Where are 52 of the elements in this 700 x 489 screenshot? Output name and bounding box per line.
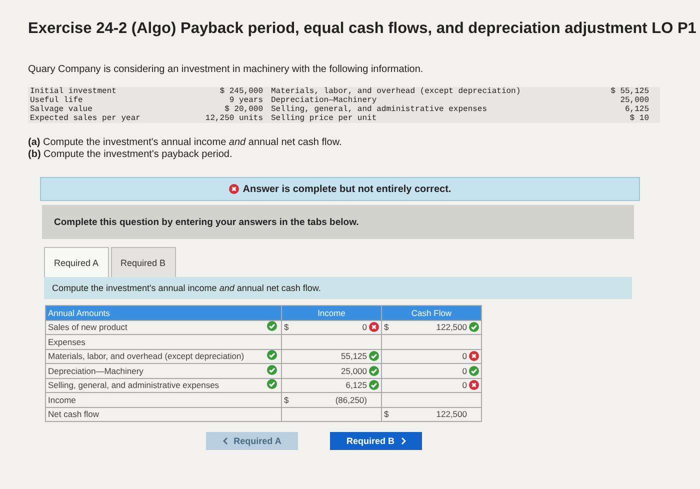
exercise-title: Exercise 24-2 (Algo) Payback period, equal cash flows, and depreciation adjustment LO P1 — [28, 20, 698, 38]
column-header: Cash Flow — [382, 306, 482, 320]
row-label: Depreciation—Machinery — [46, 364, 265, 378]
amount-value: 122,500 — [436, 409, 467, 420]
info-label: Depreciation—Machinery — [271, 96, 378, 105]
instruction-text: Complete this question by entering your answers in the tabs below. — [42, 205, 634, 239]
amount-value: (86,250) — [335, 394, 367, 405]
question-text: (a) Compute the investment's annual income and annual net cash flow. — [28, 137, 343, 149]
prompt-text: Compute the investment's annual income and annual net cash flow. — [52, 283, 321, 293]
amount-value: 25,000 — [341, 366, 367, 376]
amount-value: 0 — [462, 366, 467, 376]
amount-value: 122,500 — [436, 322, 467, 332]
chevron-right-icon — [400, 437, 406, 445]
info-value: $ 55,125 — [610, 87, 649, 96]
tab[interactable]: Required A — [44, 247, 109, 277]
currency-sign: $ — [384, 409, 389, 420]
row-label: Sales of new product — [46, 320, 265, 334]
row-label: Expenses — [46, 334, 265, 349]
tab[interactable]: Required B — [110, 247, 176, 277]
info-value: $ 245,000 — [218, 87, 263, 96]
amount-value: 0 — [462, 380, 467, 390]
amount-value: 0 — [362, 322, 367, 332]
info-value: $ 20,000 — [224, 105, 263, 114]
column-header: Income — [282, 306, 382, 320]
chevron-left-icon — [222, 437, 228, 445]
info-label: Useful life — [30, 96, 84, 105]
info-label: Materials, labor, and overhead (except depreciation) — [271, 87, 522, 96]
info-value: 25,000 — [619, 96, 649, 105]
amount-value: 6,125 — [346, 380, 367, 390]
nav-button[interactable]: Required B — [330, 432, 422, 450]
currency-sign: $ — [284, 322, 289, 332]
amount-value: 55,125 — [341, 351, 367, 362]
info-value: 9 years — [228, 96, 263, 105]
column-header: Annual Amounts — [46, 306, 282, 320]
info-label: Expected sales per year — [30, 114, 142, 123]
intro-text: Quary Company is considering an investment in machinery with the following information. — [28, 64, 424, 75]
row-label: Income — [46, 392, 265, 407]
info-label: Initial investment — [30, 87, 118, 96]
amount-value: 0 — [462, 351, 467, 362]
question-text: (b) Compute the investment's payback period. — [28, 149, 234, 161]
row-label: Selling, general, and administrative expenses — [46, 378, 265, 392]
info-value: $ 10 — [628, 114, 649, 123]
info-label: Selling price per unit — [271, 114, 378, 123]
info-label: Salvage value — [30, 105, 94, 114]
info-value: 6,125 — [624, 105, 649, 114]
info-label: Selling, general, and administrative expenses — [271, 105, 488, 114]
row-label: Net cash flow — [46, 407, 265, 422]
info-value: 12,250 units — [204, 114, 263, 123]
currency-sign: $ — [384, 322, 389, 332]
row-label: Materials, labor, and overhead (except depreciation) — [46, 349, 265, 364]
result-text: Answer is complete but not entirely correct. — [242, 184, 452, 194]
currency-sign: $ — [284, 394, 289, 405]
